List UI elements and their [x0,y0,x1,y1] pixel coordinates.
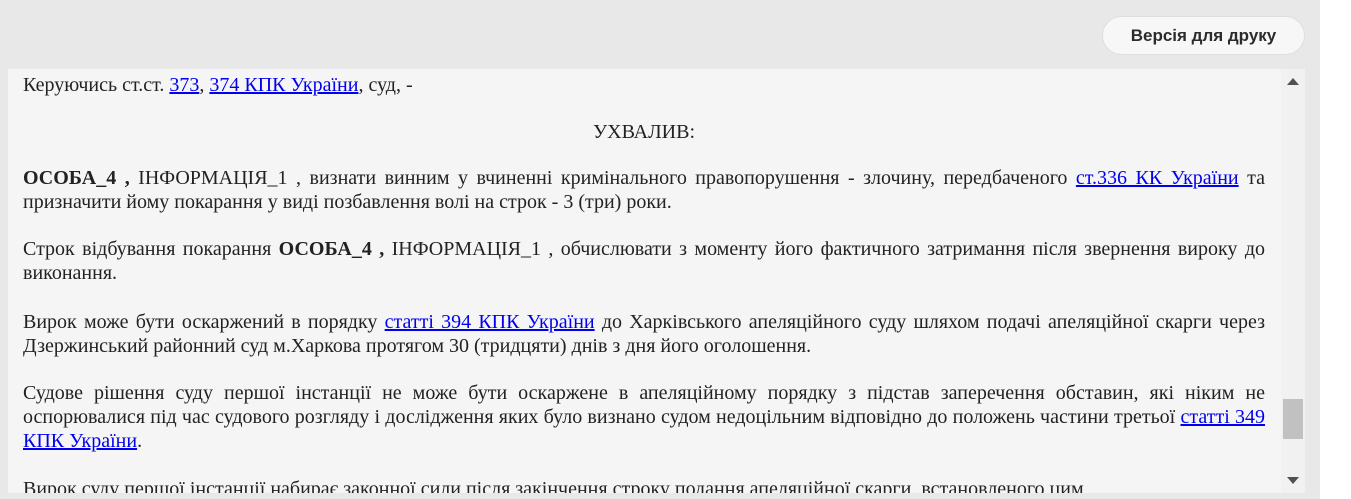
paragraph-verdict: ОСОБА_4 , ІНФОРМАЦІЯ_1 , визнати винним … [23,166,1265,214]
text-fragment: Строк відбування покарання [23,238,279,260]
scroll-down-arrow-icon[interactable] [1287,477,1299,484]
paragraph-guided-by: Керуючись ст.ст. 373, 374 КПК України, с… [23,73,1265,97]
text-fragment: , [199,74,210,96]
link-article-394-kpk[interactable]: статті 394 КПК України [385,311,595,333]
link-article-373[interactable]: 373 [169,74,199,96]
scroll-up-arrow-icon[interactable] [1287,78,1299,85]
print-version-button[interactable]: Версія для друку [1102,16,1305,55]
link-article-336-kk[interactable]: ст.336 КК України [1076,167,1239,189]
link-article-374-kpk[interactable]: 374 КПК України [209,74,358,96]
text-fragment: ІНФОРМАЦІЯ_1 , визнати винним у вчиненні… [129,167,1076,189]
text-fragment: Судове рішення суду першої інстанції не … [23,382,1265,428]
person-name: ОСОБА_4 , [278,238,385,260]
paragraph-appeal: Вирок може бути оскаржений в порядку ста… [23,310,1265,358]
document-panel: Керуючись ст.ст. 373, 374 КПК України, с… [8,69,1305,493]
paragraph-sentence-term: Строк відбування покарання ОСОБА_4 , ІНФ… [23,237,1265,285]
resolution-heading: УХВАЛИВ: [592,121,696,143]
page-background: Версія для друку Керуючись ст.ст. 373, 3… [0,0,1320,499]
scrollbar-thumb[interactable] [1283,398,1303,439]
text-fragment: . [137,430,143,452]
vertical-scrollbar[interactable] [1281,69,1305,493]
person-name: ОСОБА_4 , [23,167,130,189]
text-fragment: Керуючись ст.ст. [23,74,170,96]
text-fragment: Вирок може бути оскаржений в порядку [23,311,385,333]
paragraph-legal-force: Вирок суду першої інстанції набирає зако… [23,478,1084,493]
paragraph-appeal-restriction: Судове рішення суду першої інстанції не … [23,381,1265,453]
text-fragment: , суд, - [358,74,413,96]
